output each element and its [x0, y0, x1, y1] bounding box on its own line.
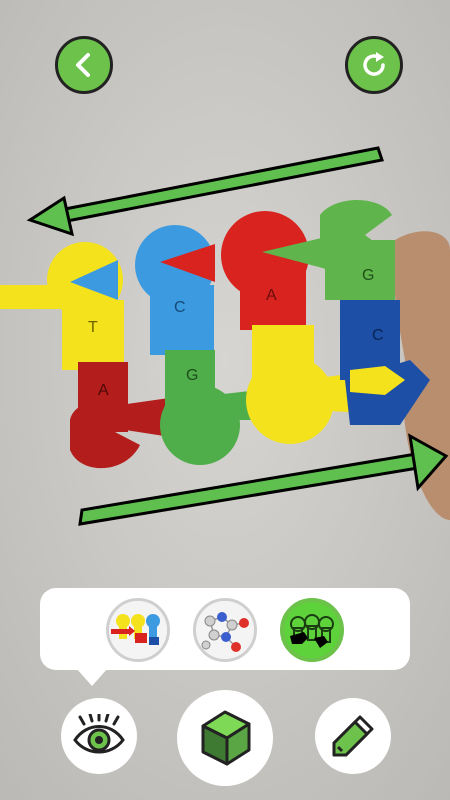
highlighted-ladder-thumbnail [284, 602, 340, 658]
base-letter: C [174, 299, 186, 316]
dna-ladder-thumbnail [109, 601, 167, 659]
base-letter: A [98, 382, 109, 399]
base-letter: G [186, 367, 198, 384]
edit-button[interactable] [315, 698, 391, 774]
base-letter: G [362, 267, 374, 284]
cube-icon [201, 710, 251, 766]
chevron-left-icon [76, 53, 90, 77]
refresh-icon [363, 52, 385, 76]
mode-molecule-button[interactable] [193, 598, 257, 662]
base-letter: C [372, 327, 384, 344]
ar-cube-button[interactable] [177, 690, 273, 786]
eye-icon [73, 714, 125, 754]
back-button[interactable] [55, 36, 113, 94]
mode-ladder-button[interactable] [106, 598, 170, 662]
refresh-button[interactable] [345, 36, 403, 94]
base-letter: A [266, 287, 277, 304]
view-mode-button[interactable] [61, 698, 137, 774]
molecule-ball-thumbnail [196, 601, 254, 659]
mode-highlight-button[interactable] [280, 598, 344, 662]
pencil-icon [332, 715, 374, 757]
mode-panel-pointer [76, 668, 108, 686]
mode-selector-panel [40, 588, 410, 670]
camera-scene: T C A G A G C [0, 0, 450, 800]
base-letter: T [88, 319, 98, 336]
